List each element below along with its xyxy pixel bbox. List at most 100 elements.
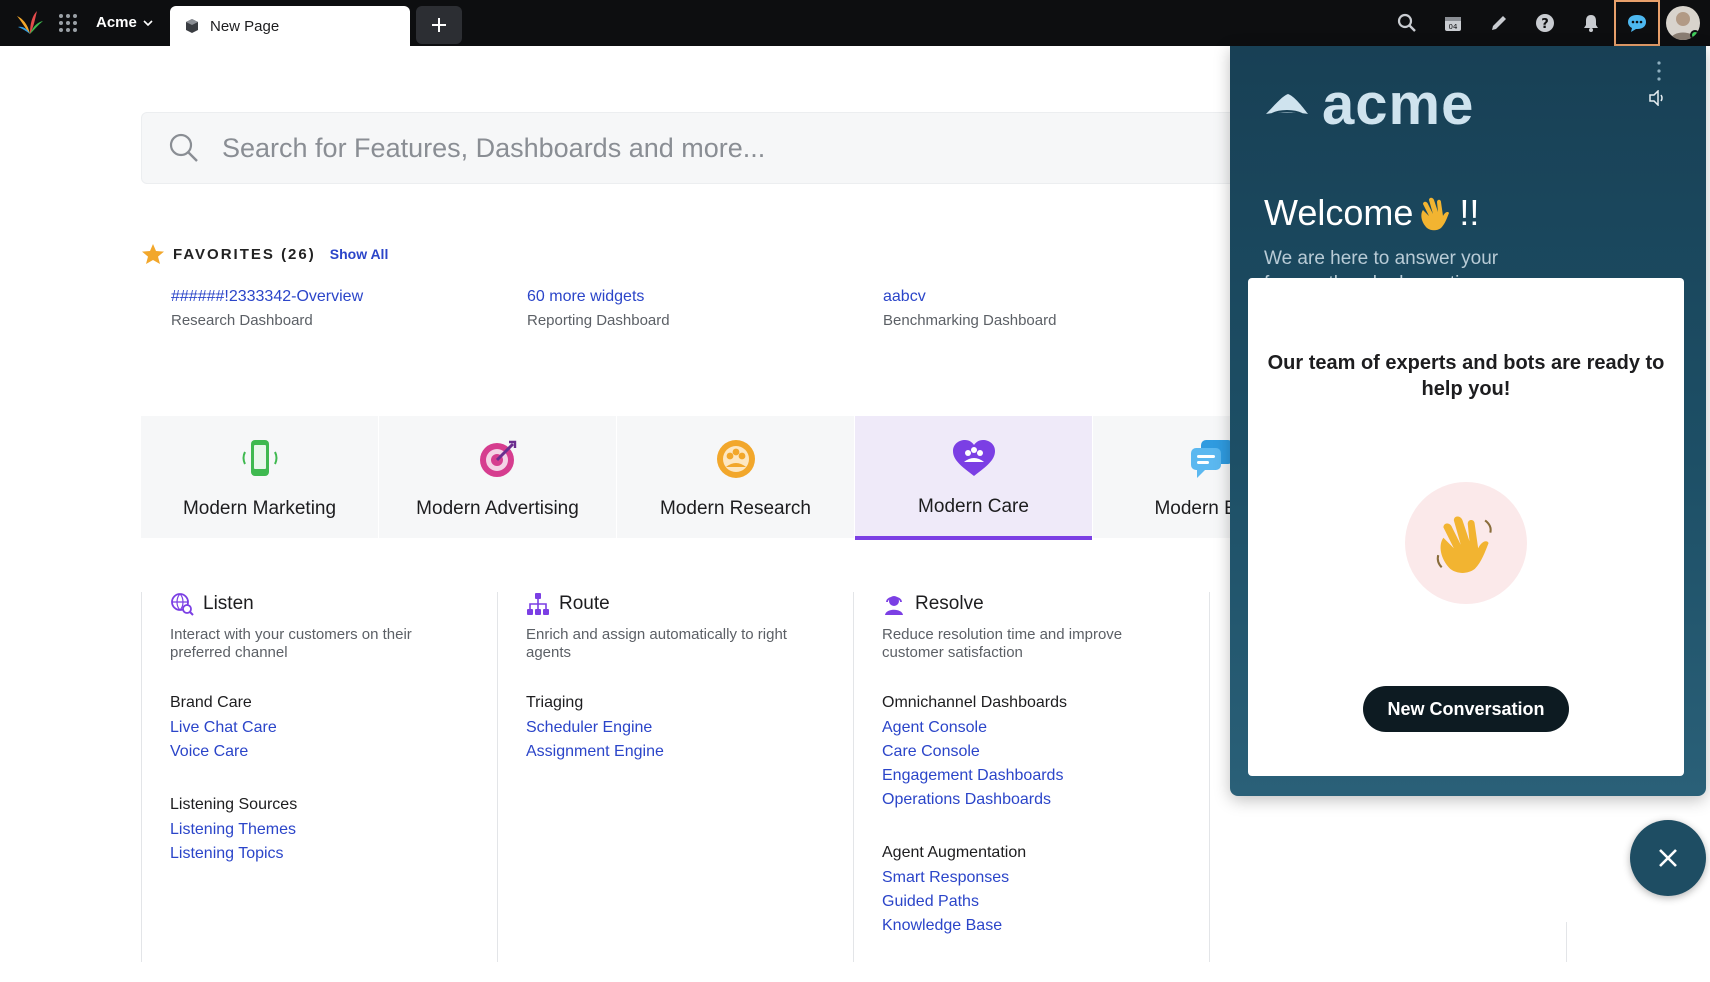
agent-headset-icon: [885, 596, 903, 615]
favorite-item[interactable]: aabcv Benchmarking Dashboard: [883, 288, 1056, 329]
welcome-heading: Welcome !!: [1264, 192, 1479, 234]
tab-label: New Page: [210, 17, 280, 35]
calendar-button[interactable]: 04: [1430, 0, 1476, 46]
link-group: Listening Sources Listening Themes Liste…: [170, 796, 497, 866]
category-modern-research[interactable]: Modern Research: [617, 416, 854, 538]
favorite-type: Reporting Dashboard: [527, 312, 670, 329]
help-icon: ?: [1536, 14, 1554, 32]
welcome-suffix: !!: [1459, 192, 1480, 233]
chat-icon: [1628, 15, 1646, 32]
card-title: Our team of experts and bots are ready t…: [1267, 352, 1665, 400]
svg-text:04: 04: [1449, 23, 1458, 31]
search-icon: [1397, 13, 1416, 32]
notifications-button[interactable]: [1568, 0, 1614, 46]
category-modern-engagement[interactable]: Modern Enga: [1093, 416, 1231, 538]
link-group: Omnichannel Dashboards Agent Console Car…: [882, 694, 1209, 812]
app-logo[interactable]: [16, 10, 44, 36]
feature-link[interactable]: Smart Responses: [882, 866, 1209, 890]
column-divider: [1566, 922, 1567, 962]
close-chat-button[interactable]: [1630, 820, 1706, 896]
category-modern-marketing[interactable]: Modern Marketing: [141, 416, 378, 538]
page-cube-icon: [186, 19, 198, 33]
help-card: Our team of experts and bots are ready t…: [1248, 278, 1684, 776]
link-group: Triaging Scheduler Engine Assignment Eng…: [526, 694, 853, 764]
sound-toggle-button[interactable]: [1648, 89, 1666, 111]
research-icon: [716, 440, 755, 478]
workspace-switcher[interactable]: Acme: [96, 14, 153, 31]
category-label: Modern Care: [918, 496, 1029, 517]
feature-link[interactable]: Live Chat Care: [170, 716, 497, 740]
group-title: Omnichannel Dashboards: [882, 694, 1067, 711]
route-column: Route Enrich and assign automatically to…: [497, 592, 853, 962]
group-title: Brand Care: [170, 694, 252, 711]
favorite-item[interactable]: ######!2333342-Overview Research Dashboa…: [171, 288, 363, 329]
panel-menu-button[interactable]: [1656, 60, 1662, 87]
favorites-title: FAVORITES (26): [173, 245, 316, 263]
category-label: Modern Research: [659, 498, 812, 519]
column-header: Listen: [170, 592, 497, 616]
target-icon: [479, 440, 516, 477]
show-all-link[interactable]: Show All: [330, 246, 389, 262]
feature-link[interactable]: Voice Care: [170, 740, 497, 764]
feature-link[interactable]: Assignment Engine: [526, 740, 853, 764]
feature-link[interactable]: Scheduler Engine: [526, 716, 853, 740]
column-header: Resolve: [882, 592, 1209, 616]
avatar[interactable]: [1666, 6, 1700, 40]
chat-widget-panel: acme Welcome !! We are here to answer yo…: [1230, 46, 1706, 796]
pencil-icon: [1492, 16, 1506, 30]
group-title: Listening Sources: [170, 796, 298, 813]
column-description: Enrich and assign automatically to right…: [526, 626, 787, 661]
bell-icon: [1584, 15, 1598, 32]
favorite-item[interactable]: 60 more widgets Reporting Dashboard: [527, 288, 670, 329]
favorite-name[interactable]: aabcv: [883, 288, 1056, 306]
feature-link[interactable]: Agent Console: [882, 716, 1209, 740]
feature-link[interactable]: Guided Paths: [882, 890, 1209, 914]
edit-button[interactable]: [1476, 0, 1522, 46]
route-icon: [527, 593, 549, 615]
acme-mark-icon: [1266, 94, 1308, 115]
listen-column: Listen Interact with your customers on t…: [141, 592, 497, 962]
calendar-icon: 04: [1445, 17, 1461, 31]
top-actions: 04 ?: [1384, 0, 1710, 46]
top-bar: Acme New Page 04 ?: [0, 0, 1710, 46]
column-description: Reduce resolution time and improve custo…: [882, 626, 1123, 661]
feature-link[interactable]: Listening Themes: [170, 818, 497, 842]
global-search[interactable]: Search for Features, Dashboards and more…: [141, 112, 1241, 184]
help-button[interactable]: ?: [1522, 0, 1568, 46]
apps-grid-icon[interactable]: [58, 13, 78, 33]
column-title: Listen: [203, 593, 254, 614]
brand-text: acme: [1322, 72, 1475, 137]
search-icon: [169, 133, 198, 162]
resolve-column: Resolve Reduce resolution time and impro…: [853, 592, 1209, 962]
search-button[interactable]: [1384, 0, 1430, 46]
feature-link[interactable]: Care Console: [882, 740, 1209, 764]
category-modern-care[interactable]: Modern Care: [855, 416, 1092, 540]
waving-hand-icon: [1436, 516, 1492, 573]
waving-hand-icon: [1421, 197, 1450, 231]
phone-icon: [242, 440, 277, 476]
feature-link[interactable]: Operations Dashboards: [882, 788, 1209, 812]
favorite-type: Benchmarking Dashboard: [883, 312, 1057, 329]
favorite-name[interactable]: 60 more widgets: [527, 288, 670, 306]
product-categories: Modern Marketing Modern Advertising Mode…: [141, 416, 1231, 540]
tab-new-page[interactable]: New Page: [170, 6, 410, 46]
category-modern-advertising[interactable]: Modern Advertising: [379, 416, 616, 538]
search-input[interactable]: Search for Features, Dashboards and more…: [222, 133, 765, 164]
favorites-header: FAVORITES (26) Show All: [141, 243, 388, 265]
new-tab-button[interactable]: [416, 6, 462, 44]
chat-button[interactable]: [1614, 0, 1660, 46]
listen-icon: [171, 593, 194, 616]
feature-link[interactable]: Knowledge Base: [882, 914, 1209, 938]
feature-link[interactable]: Listening Topics: [170, 842, 497, 866]
column-title: Resolve: [915, 593, 984, 614]
feature-link[interactable]: Engagement Dashboards: [882, 764, 1209, 788]
link-group: Agent Augmentation Smart Responses Guide…: [882, 844, 1209, 938]
chat-bubbles-icon: [1190, 440, 1231, 478]
active-indicator: [966, 539, 981, 540]
new-conversation-button[interactable]: New Conversation: [1363, 686, 1569, 732]
more-vertical-icon: [1657, 61, 1661, 81]
category-label: Modern Marketing: [182, 498, 337, 519]
favorite-type: Research Dashboard: [171, 312, 313, 329]
workspace-label: Acme: [96, 14, 137, 31]
favorite-name[interactable]: ######!2333342-Overview: [171, 288, 363, 306]
